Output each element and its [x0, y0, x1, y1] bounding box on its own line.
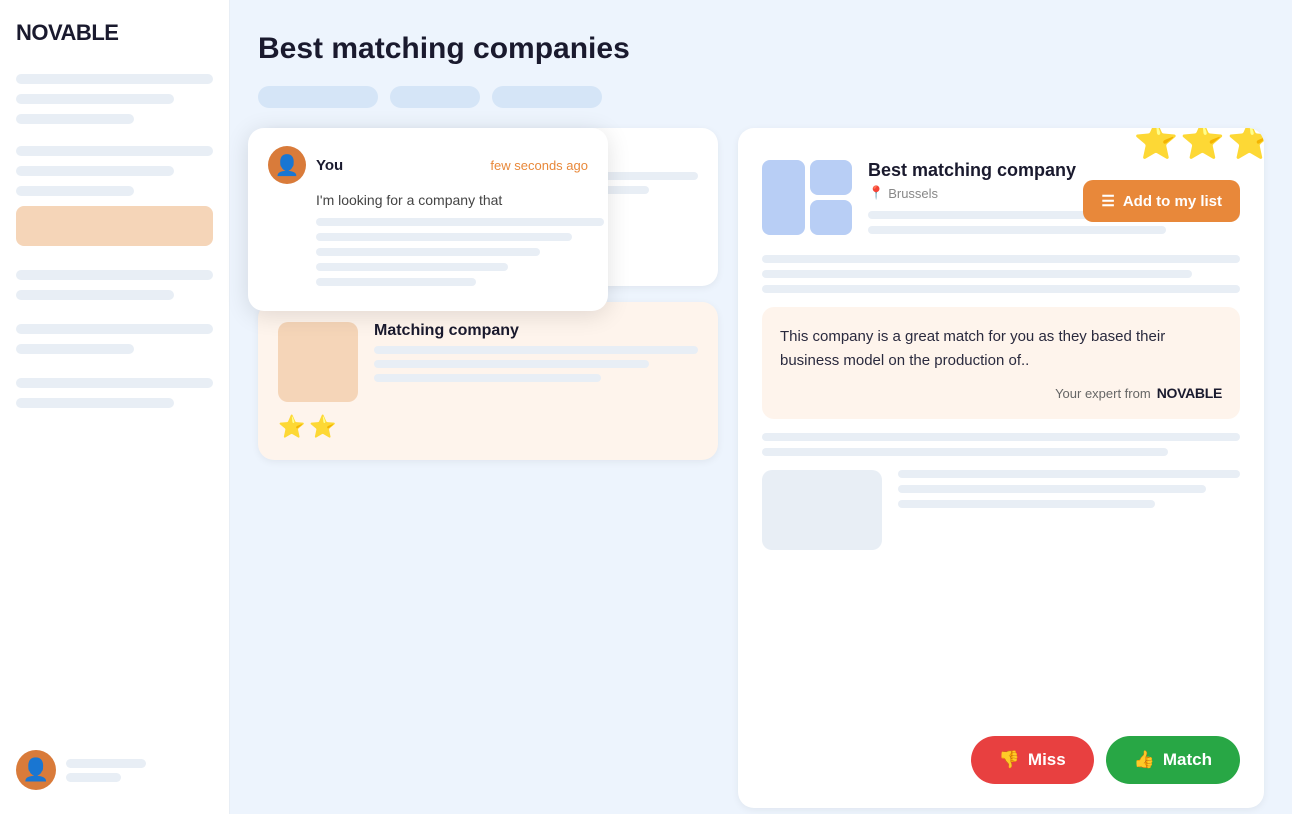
- chat-avatar: 👤: [268, 146, 306, 184]
- detail-star-3: ⭐: [1227, 128, 1264, 162]
- sidebar-bar-3: [16, 114, 134, 124]
- sidebar-bar-8: [16, 290, 174, 300]
- detail-bar-2: [868, 226, 1166, 234]
- add-to-list-label: Add to my list: [1123, 193, 1222, 210]
- chat-avatar-icon: 👤: [275, 153, 300, 178]
- miss-label: Miss: [1028, 750, 1066, 770]
- bottom-line-1: [898, 470, 1240, 478]
- novable-logo-small: NOVABLE: [1157, 385, 1222, 401]
- match-explanation-box: This company is a great match for you as…: [762, 307, 1240, 419]
- detail-line-4: [762, 433, 1240, 441]
- filter-pill-3[interactable]: [492, 86, 602, 108]
- detail-line-1: [762, 255, 1240, 263]
- detail-logo: [762, 160, 852, 235]
- detail-star-1: ⭐: [1134, 128, 1179, 162]
- filter-bar: [258, 86, 1264, 108]
- chat-line-2: [316, 233, 572, 241]
- sidebar-bar-9: [16, 324, 213, 334]
- chat-bubble: 👤 You few seconds ago I'm looking for a …: [248, 128, 608, 311]
- main-content: Best matching companies 👤 You few second…: [230, 0, 1292, 814]
- detail-bottom: [762, 470, 1240, 550]
- sidebar-bar-1: [16, 74, 213, 84]
- avatar-icon: 👤: [22, 757, 49, 783]
- bottom-line-2: [898, 485, 1206, 493]
- match-explanation-text: This company is a great match for you as…: [780, 325, 1222, 373]
- detail-logo-bottomright: [810, 200, 853, 235]
- detail-stars: ⭐ ⭐ ⭐: [1134, 128, 1264, 162]
- sidebar-logo: NOVABLE: [16, 20, 213, 46]
- sidebar-bar-10: [16, 344, 134, 354]
- location-text: Brussels: [888, 186, 938, 201]
- chat-line-3: [316, 248, 540, 256]
- sidebar-bar-5: [16, 166, 174, 176]
- detail-logo-left: [762, 160, 805, 235]
- matching-bar-1: [374, 346, 698, 354]
- sidebar-bar-4: [16, 146, 213, 156]
- detail-line-2: [762, 270, 1192, 278]
- sidebar-bar-7: [16, 270, 213, 280]
- detail-lines: [762, 255, 1240, 293]
- match-button[interactable]: 👍 Match: [1106, 736, 1240, 784]
- page-title: Best matching companies: [258, 32, 1264, 66]
- filter-pill-2[interactable]: [390, 86, 480, 108]
- filter-pill-1[interactable]: [258, 86, 378, 108]
- matching-bar-3: [374, 374, 601, 382]
- cards-column: 👤 You few seconds ago I'm looking for a …: [258, 128, 718, 808]
- content-columns: 👤 You few seconds ago I'm looking for a …: [258, 128, 1264, 808]
- sidebar-user-row: 👤: [16, 750, 146, 790]
- detail-star-2: ⭐: [1180, 128, 1225, 162]
- chat-header: 👤 You few seconds ago: [268, 146, 588, 184]
- chat-user: 👤 You: [268, 146, 343, 184]
- chat-timestamp: few seconds ago: [490, 158, 588, 173]
- user-info: [66, 759, 146, 782]
- sidebar-bar-12: [16, 398, 174, 408]
- chat-message: I'm looking for a company that: [316, 192, 588, 208]
- sidebar-bar-orange: [16, 206, 213, 246]
- bottom-thumbnail: [762, 470, 882, 550]
- detail-panel: ⭐ ⭐ ⭐ Best matching company 📍 Brussels: [738, 128, 1264, 808]
- thumbs-up-icon: 👍: [1134, 750, 1155, 770]
- chat-line-5: [316, 278, 476, 286]
- detail-line-5: [762, 448, 1168, 456]
- username-bar: [66, 759, 146, 768]
- chat-line-1: [316, 218, 604, 226]
- company-card-matching[interactable]: Matching company ⭐ ⭐: [258, 302, 718, 460]
- chat-username: You: [316, 157, 343, 174]
- sidebar: NOVABLE 👤: [0, 0, 230, 814]
- expert-attribution: Your expert from NOVABLE: [780, 385, 1222, 401]
- detail-company-title: Best matching company: [868, 160, 1240, 181]
- usermeta-bar: [66, 773, 121, 782]
- thumbs-down-icon: 👎: [999, 750, 1020, 770]
- matching-star-1: ⭐: [278, 414, 305, 440]
- chat-line-4: [316, 263, 508, 271]
- list-icon: ☰: [1101, 192, 1114, 210]
- user-avatar: 👤: [16, 750, 56, 790]
- card-title-matching: Matching company: [374, 322, 698, 340]
- card-stars-matching: ⭐ ⭐: [278, 414, 698, 440]
- bottom-text-lines: [898, 470, 1240, 515]
- sidebar-bar-6: [16, 186, 134, 196]
- sidebar-bar-2: [16, 94, 174, 104]
- bottom-line-3: [898, 500, 1155, 508]
- card-info-matching: Matching company: [374, 322, 698, 402]
- miss-button[interactable]: 👎 Miss: [971, 736, 1094, 784]
- add-to-list-button[interactable]: ☰ Add to my list: [1083, 180, 1240, 222]
- action-buttons: 👎 Miss 👍 Match: [971, 736, 1240, 784]
- matching-bar-2: [374, 360, 649, 368]
- location-pin-icon: 📍: [868, 185, 884, 201]
- company-logo-matching: [278, 322, 358, 402]
- detail-logo-topright: [810, 160, 853, 195]
- detail-line-3: [762, 285, 1240, 293]
- matching-star-2: ⭐: [309, 414, 336, 440]
- expert-prefix: Your expert from: [1055, 386, 1151, 401]
- sidebar-bar-11: [16, 378, 213, 388]
- card-top-matching: Matching company: [278, 322, 698, 402]
- match-label: Match: [1163, 750, 1212, 770]
